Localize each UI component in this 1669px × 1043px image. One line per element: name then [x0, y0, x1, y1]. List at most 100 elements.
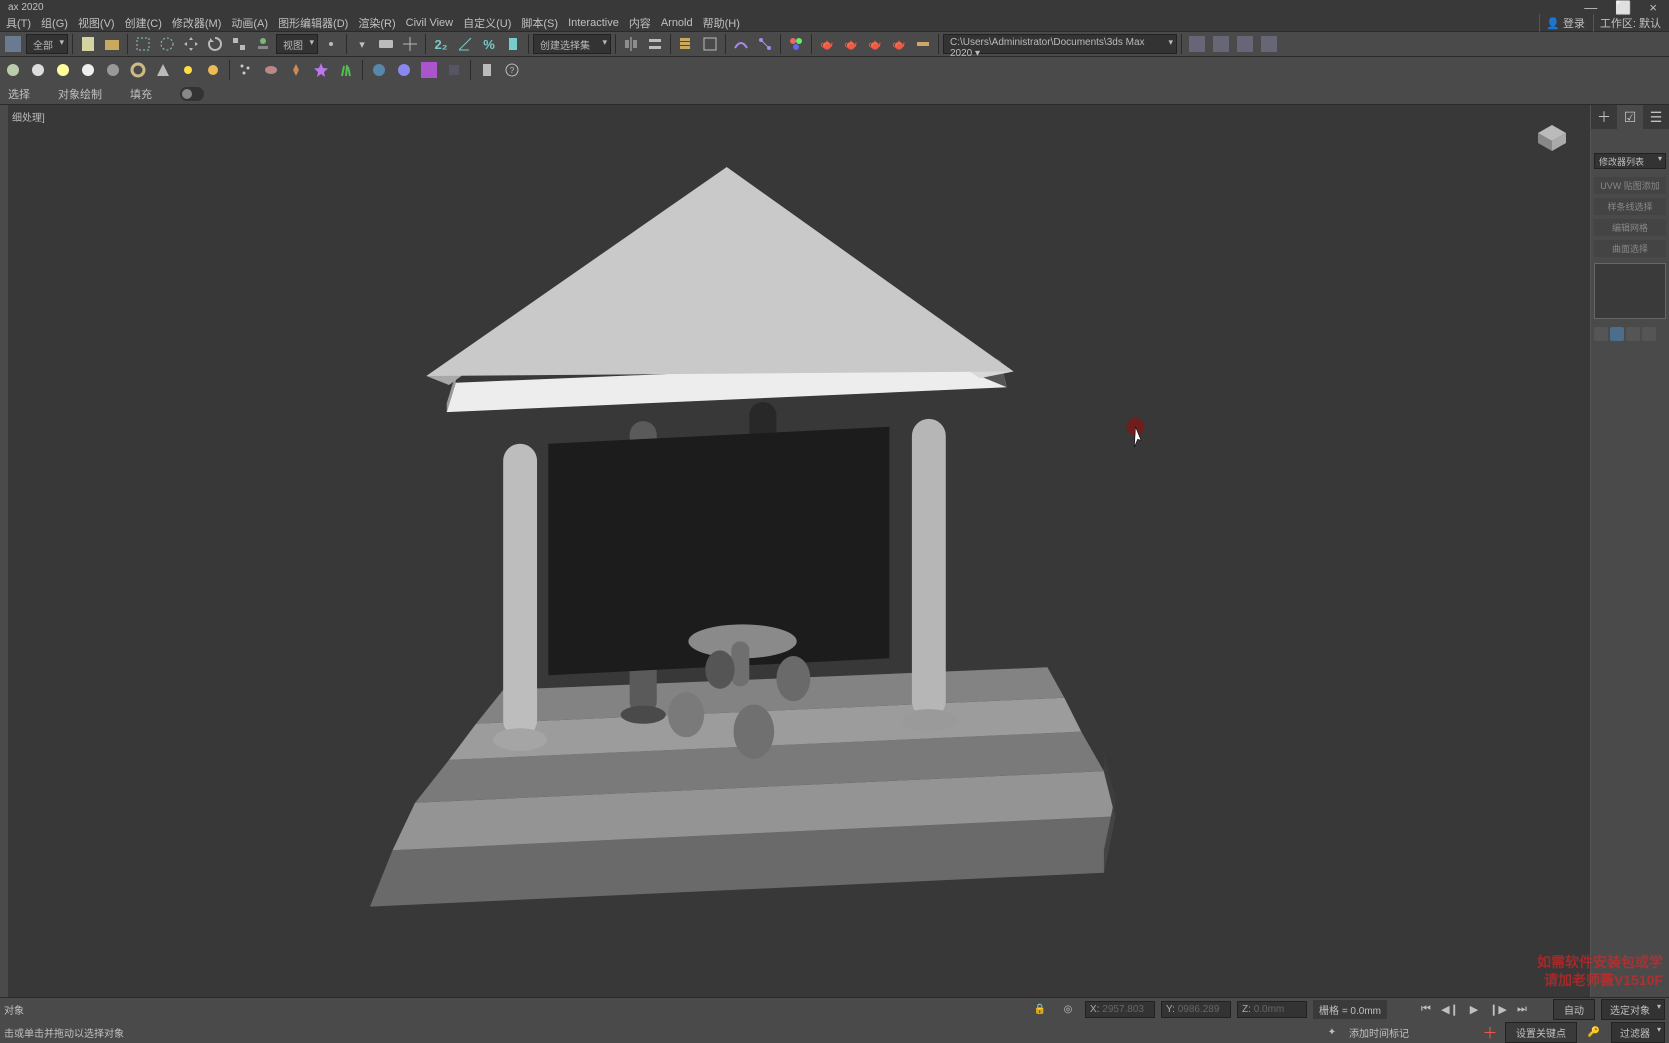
sphere2-icon[interactable]	[27, 59, 49, 81]
ribbon-objpaint[interactable]: 对象绘制	[58, 86, 102, 102]
modify-tab-icon[interactable]: ☑	[1617, 105, 1643, 129]
render-setup-icon[interactable]: 🫖	[816, 33, 838, 55]
menu-arnold[interactable]: Arnold	[657, 16, 697, 30]
filter-dropdown[interactable]: 过滤器	[1611, 1022, 1665, 1043]
ext-icon-1[interactable]	[1186, 33, 1208, 55]
sphere5-icon[interactable]	[102, 59, 124, 81]
prev-frame-icon[interactable]: ◀❙	[1441, 1001, 1459, 1019]
ribbon-select[interactable]: 选择	[8, 86, 30, 102]
refcoord-dropdown[interactable]: 视图	[276, 34, 318, 54]
render-last-icon[interactable]: 🫖	[888, 33, 910, 55]
glow-icon[interactable]	[202, 59, 224, 81]
modstack-item-uvw[interactable]: UVW 贴图添加	[1594, 177, 1666, 194]
lock-icon[interactable]: 🔒	[1029, 999, 1051, 1021]
modstack-item-surf[interactable]: 曲面选择	[1594, 240, 1666, 257]
ext-icon-2[interactable]	[1210, 33, 1232, 55]
menu-graph[interactable]: 图形编辑器(D)	[274, 14, 352, 32]
viewport[interactable]: 细处理]	[8, 105, 1591, 997]
manip-icon[interactable]: ▾	[351, 33, 373, 55]
pivot-icon[interactable]	[320, 33, 342, 55]
set-key-add-icon[interactable]: ＋	[1481, 1023, 1499, 1041]
percent-snap-button[interactable]: %	[478, 33, 500, 55]
create-tab-icon[interactable]: ＋	[1591, 105, 1617, 129]
spinner-snap-icon[interactable]	[502, 33, 524, 55]
menu-view[interactable]: 视图(V)	[74, 14, 119, 32]
blob-icon[interactable]	[260, 59, 282, 81]
torus-icon[interactable]	[127, 59, 149, 81]
particles-icon[interactable]	[235, 59, 257, 81]
ribbon-toggle[interactable]	[180, 87, 204, 101]
ribbon-fill[interactable]: 填充	[130, 86, 152, 102]
autokey-button[interactable]: 自动	[1553, 999, 1595, 1020]
prefs-icon[interactable]	[2, 33, 24, 55]
new-icon[interactable]	[77, 33, 99, 55]
menu-civil[interactable]: Civil View	[402, 16, 457, 30]
render-output-icon[interactable]	[912, 33, 934, 55]
menu-customize[interactable]: 自定义(U)	[459, 14, 515, 32]
help-icon[interactable]: ?	[501, 59, 523, 81]
named-sel-set[interactable]: 创建选择集	[533, 34, 611, 54]
project-path[interactable]: C:\Users\Administrator\Documents\3ds Max…	[943, 34, 1177, 54]
cube-icon[interactable]	[443, 59, 465, 81]
grass-icon[interactable]	[335, 59, 357, 81]
menu-render[interactable]: 渲染(R)	[354, 14, 399, 32]
snap-icon[interactable]	[399, 33, 421, 55]
mirror-icon[interactable]	[620, 33, 642, 55]
remove-mod-icon[interactable]	[1642, 327, 1656, 341]
add-time-tag[interactable]: 添加时间标记	[1349, 1025, 1409, 1040]
planet-icon[interactable]	[393, 59, 415, 81]
material-editor-icon[interactable]	[785, 33, 807, 55]
minimize-button[interactable]: —	[1584, 0, 1597, 16]
splash-icon[interactable]	[285, 59, 307, 81]
next-frame-icon[interactable]: ❙▶	[1489, 1001, 1507, 1019]
hierarchy-tab-icon[interactable]: ☰	[1643, 105, 1669, 129]
close-button[interactable]: ×	[1649, 0, 1657, 16]
coord-z[interactable]: Z: 0.0mm	[1237, 1001, 1307, 1018]
menu-modifier[interactable]: 修改器(M)	[168, 14, 226, 32]
clipboard-icon[interactable]	[476, 59, 498, 81]
menu-script[interactable]: 脚本(S)	[517, 14, 562, 32]
select-rect-icon[interactable]	[132, 33, 154, 55]
sphere3-icon[interactable]	[52, 59, 74, 81]
menu-interactive[interactable]: Interactive	[564, 16, 623, 30]
modifier-stack-box[interactable]	[1594, 263, 1666, 319]
scale-icon[interactable]	[228, 33, 250, 55]
filter-dropdown[interactable]: 全部	[26, 34, 68, 54]
keyboard-icon[interactable]	[375, 33, 397, 55]
earth-icon[interactable]	[368, 59, 390, 81]
coord-x[interactable]: X: 2957.803	[1085, 1001, 1155, 1018]
viewcube[interactable]	[1534, 123, 1570, 153]
move-icon[interactable]	[180, 33, 202, 55]
modstack-item-editmesh[interactable]: 编辑网格	[1594, 219, 1666, 236]
login-button[interactable]: 👤 登录	[1539, 14, 1591, 32]
schematic-icon[interactable]	[754, 33, 776, 55]
render-frame-icon[interactable]: 🫖	[840, 33, 862, 55]
isolate-icon[interactable]: ◎	[1057, 999, 1079, 1021]
ext-icon-3[interactable]	[1234, 33, 1256, 55]
align-icon[interactable]	[644, 33, 666, 55]
play-icon[interactable]: ▶	[1465, 1001, 1483, 1019]
goto-start-icon[interactable]: ⏮	[1417, 1001, 1435, 1019]
coord-y[interactable]: Y: 0986.289	[1161, 1001, 1231, 1018]
time-tag-icon[interactable]: ✦	[1321, 1021, 1343, 1043]
place-icon[interactable]	[252, 33, 274, 55]
ext-icon-4[interactable]	[1258, 33, 1280, 55]
angle-snap-icon[interactable]	[454, 33, 476, 55]
cone-icon[interactable]	[152, 59, 174, 81]
unique-icon[interactable]	[1626, 327, 1640, 341]
menu-create[interactable]: 创建(C)	[121, 14, 166, 32]
key-filter-dropdown[interactable]: 选定对象	[1601, 999, 1665, 1020]
goto-end-icon[interactable]: ⏭	[1513, 1001, 1531, 1019]
pin-stack-icon[interactable]	[1594, 327, 1608, 341]
key-mode-icon[interactable]: 🔑	[1583, 1021, 1605, 1043]
show-end-icon[interactable]	[1610, 327, 1624, 341]
sun-icon[interactable]	[177, 59, 199, 81]
snap2-button[interactable]: 2₂	[430, 33, 452, 55]
select-lasso-icon[interactable]	[156, 33, 178, 55]
rotate-icon[interactable]	[204, 33, 226, 55]
layers-icon[interactable]	[675, 33, 697, 55]
sphere4-icon[interactable]	[77, 59, 99, 81]
curve-editor-icon[interactable]	[730, 33, 752, 55]
render-icon[interactable]: 🫖	[864, 33, 886, 55]
maximize-button[interactable]: ⬜	[1615, 0, 1631, 16]
